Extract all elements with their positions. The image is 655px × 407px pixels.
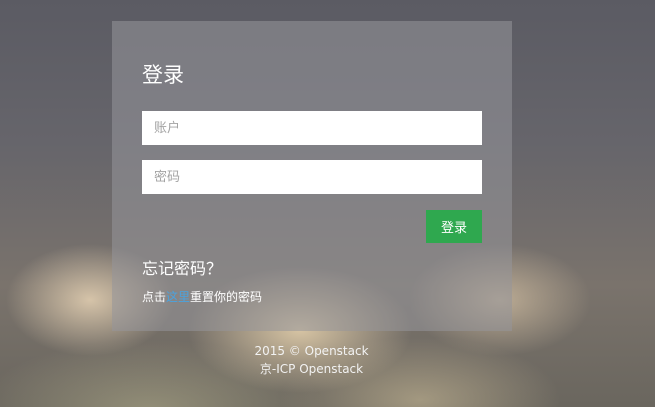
login-page: { "login": { "title": "登录", "account_pla… bbox=[0, 0, 655, 407]
account-input[interactable] bbox=[142, 111, 482, 145]
footer-icp: 京-ICP Openstack bbox=[259, 362, 364, 376]
login-panel: 登录 登录 忘记密码？ 点击这里重置你的密码 bbox=[112, 21, 512, 331]
login-title: 登录 bbox=[142, 63, 184, 87]
password-input[interactable] bbox=[142, 160, 482, 194]
reset-prefix-text: 点击 bbox=[142, 290, 167, 304]
forgot-password-title: 忘记密码？ bbox=[142, 259, 223, 278]
reset-password-link[interactable]: 这里 bbox=[166, 290, 190, 304]
reset-suffix-text: 重置你的密码 bbox=[190, 290, 263, 304]
footer-copyright: 2015 © Openstack bbox=[254, 344, 369, 358]
footer: 2015 © Openstack 京-ICP Openstack bbox=[0, 342, 623, 378]
login-button[interactable]: 登录 bbox=[426, 210, 482, 243]
reset-password-hint: 点击这里重置你的密码 bbox=[142, 288, 262, 306]
